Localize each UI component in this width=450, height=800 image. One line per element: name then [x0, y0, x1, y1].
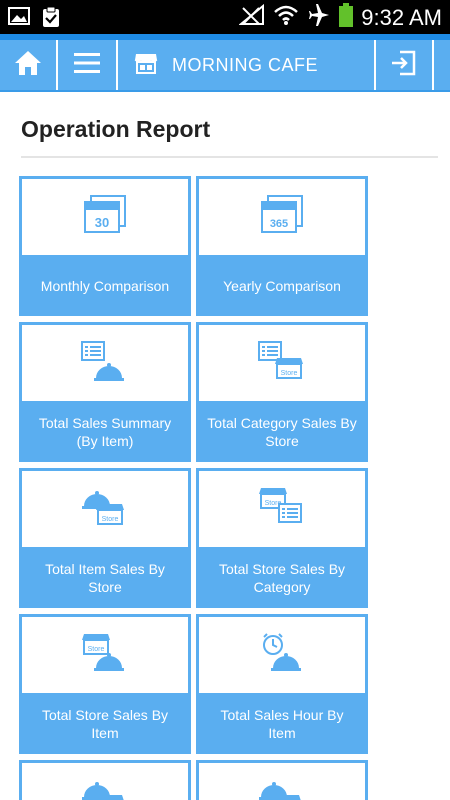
svg-text:Store: Store — [281, 370, 298, 377]
report-tile[interactable]: Store Total Store Sales By Item — [19, 614, 191, 754]
report-tile[interactable]: Total Sales Hour By Item — [196, 614, 368, 754]
tile-label-area: Total Sales Hour By Item — [199, 693, 365, 754]
tile-label: Monthly Comparison — [40, 277, 170, 294]
menu-button[interactable] — [58, 40, 118, 90]
tile-label-area: Total Sales Summary (By Item) — [22, 401, 188, 462]
svg-text:Store: Store — [102, 516, 119, 523]
svg-text:Store: Store — [88, 646, 105, 653]
list-dish-icon — [80, 340, 130, 387]
tile-icon-area — [199, 617, 365, 693]
tile-label: Total Store Sales By Item — [41, 706, 169, 741]
no-signal-icon — [238, 3, 265, 31]
svg-text:365: 365 — [270, 218, 288, 230]
tile-icon-area — [22, 325, 188, 401]
tile-icon-area: Store — [22, 471, 188, 547]
status-bar: 9:32 AM — [0, 0, 450, 34]
gallery-icon — [8, 6, 30, 33]
app-bar-title: MORNING CAFE — [172, 54, 319, 75]
report-tile[interactable]: Store Total Category Sales By Store — [196, 322, 368, 462]
report-tile-partial[interactable]: Store — [196, 760, 368, 800]
logout-icon — [390, 49, 418, 82]
report-tile-partial[interactable]: Store — [19, 760, 191, 800]
tile-label: Total Store Sales By Category — [218, 560, 346, 595]
page-title: Operation Report — [21, 116, 211, 142]
dish-store-icon: Store — [80, 486, 130, 533]
store-list-icon: Store — [257, 486, 307, 533]
calendar-30-icon: 30 — [83, 194, 127, 240]
tile-icon-area: 365 — [199, 179, 365, 255]
store-dish-icon: Store — [80, 632, 130, 679]
tile-label-area: Total Store Sales By Item — [22, 693, 188, 754]
home-icon — [13, 49, 43, 82]
airplane-icon — [307, 4, 331, 31]
clipboard-check-icon — [40, 6, 62, 33]
battery-icon — [339, 3, 354, 32]
tile-label-area: Total Category Sales By Store — [199, 401, 365, 462]
store-icon — [134, 52, 158, 79]
tile-label-area: Total Item Sales By Store — [22, 547, 188, 608]
divider — [21, 156, 438, 158]
tile-label-area: Total Store Sales By Category — [199, 547, 365, 608]
wifi-icon — [273, 4, 299, 31]
tile-label: Total Item Sales By Store — [45, 560, 165, 595]
hamburger-menu-icon — [74, 52, 100, 79]
tile-icon-area: Store — [199, 763, 365, 800]
tile-label: Yearly Comparison — [223, 277, 341, 294]
tile-label-area: Yearly Comparison — [199, 255, 365, 316]
dish-store-icon: Store — [257, 777, 307, 800]
report-tile[interactable]: 365 Yearly Comparison — [196, 176, 368, 316]
report-tile[interactable]: 30 Monthly Comparison — [19, 176, 191, 316]
list-store-icon: Store — [257, 340, 307, 387]
calendar-365-icon: 365 — [260, 194, 304, 240]
tile-icon-area: Store — [199, 325, 365, 401]
report-tile[interactable]: Store Total Store Sales By Category — [196, 468, 368, 608]
status-time: 9:32 AM — [361, 4, 442, 30]
report-tile[interactable]: Total Sales Summary (By Item) — [19, 322, 191, 462]
home-button[interactable] — [0, 40, 58, 90]
tile-icon-area: 30 — [22, 179, 188, 255]
tile-label: Total Category Sales By Store — [207, 414, 357, 449]
report-tile[interactable]: Store Total Item Sales By Store — [19, 468, 191, 608]
tile-icon-area: Store — [22, 763, 188, 800]
tile-icon-area: Store — [22, 617, 188, 693]
tile-label: Total Sales Hour By Item — [220, 706, 344, 741]
store-title-area: MORNING CAFE — [118, 40, 376, 90]
tile-label: Total Sales Summary (By Item) — [38, 414, 172, 449]
tile-icon-area: Store — [199, 471, 365, 547]
clock-dish-icon — [257, 632, 307, 679]
tile-label-area: Monthly Comparison — [22, 255, 188, 316]
logout-button[interactable] — [376, 40, 434, 90]
app-bar: MORNING CAFE — [0, 34, 450, 92]
svg-text:30: 30 — [95, 215, 109, 230]
dish-store-icon: Store — [80, 777, 130, 800]
